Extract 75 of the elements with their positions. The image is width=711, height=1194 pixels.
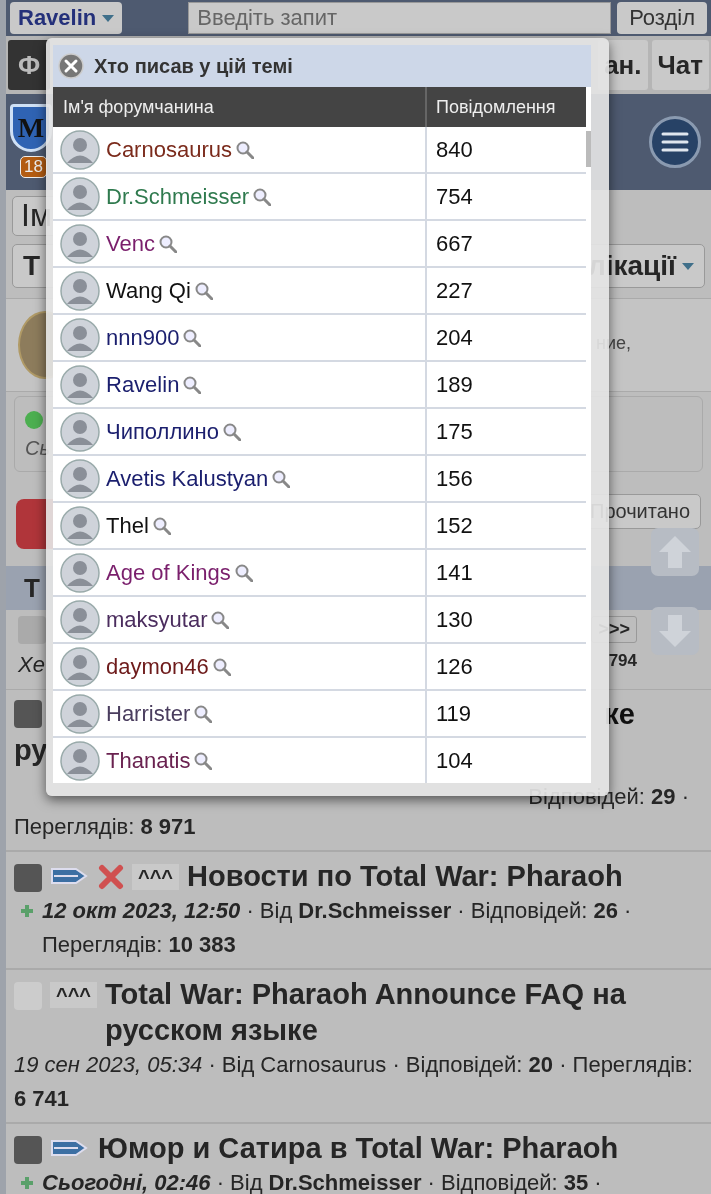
search-icon[interactable] <box>194 751 213 770</box>
search-icon[interactable] <box>222 422 241 441</box>
table-cell-text: 175 <box>435 417 474 446</box>
member-link[interactable]: maksyutar <box>106 606 208 633</box>
sticky-tag: ^^^ <box>50 982 98 1008</box>
plus-icon <box>20 1176 34 1190</box>
member-link[interactable]: Carnosaurus <box>106 136 232 163</box>
column-header: Ім'я форумчанина <box>53 87 427 127</box>
search-icon[interactable] <box>235 140 254 159</box>
search-icon[interactable] <box>234 563 253 582</box>
topic-title[interactable]: ру <box>14 734 48 766</box>
member-link[interactable]: Wang Qi <box>106 277 191 304</box>
menu-icon <box>661 132 689 152</box>
menu-button[interactable] <box>649 116 701 168</box>
search-icon[interactable] <box>194 281 213 300</box>
status-dot-icon <box>25 411 43 429</box>
member-link[interactable]: Venc <box>106 230 155 257</box>
member-link[interactable]: Thanatis <box>106 747 191 774</box>
table-cell-text: 130 <box>435 605 474 634</box>
topic-title[interactable]: Юмор и Сатира в Total War: Pharaoh <box>98 1130 619 1166</box>
table-cell-text: 227 <box>435 276 474 305</box>
member-link[interactable]: Avetis Kalustyan <box>106 465 269 492</box>
table-cell-text: 204 <box>435 323 474 352</box>
column-header: Повідомлення <box>435 95 557 119</box>
user-menu[interactable]: Ravelin <box>10 2 123 34</box>
topic-date: Хе <box>18 652 46 678</box>
search-icon[interactable] <box>158 234 177 253</box>
search-icon[interactable] <box>152 516 171 535</box>
topic-meta: 12 окт 2023, 12:50 · Від Dr.Schmeisser · Відповідей: 26 · Переглядів: 10 383 <box>42 897 633 959</box>
member-link[interactable]: Age of Kings <box>106 559 231 586</box>
member-link[interactable]: Dr.Schmeisser <box>106 183 250 210</box>
nav-tab[interactable]: Чат <box>651 40 709 90</box>
topic-views: Переглядів: 8 971 <box>14 814 196 839</box>
section-button[interactable]: Розділ <box>617 2 707 34</box>
status-text: Сь <box>25 437 51 460</box>
notification-badge: 18 <box>20 156 47 178</box>
table-cell-text: 840 <box>435 135 474 164</box>
table-cell-text: 104 <box>435 746 474 775</box>
member-link[interactable]: Чиполлино <box>106 418 219 445</box>
search-icon[interactable] <box>183 375 202 394</box>
member-link[interactable]: Thel <box>106 512 149 539</box>
table-cell-text: 126 <box>435 652 474 681</box>
member-link[interactable]: Harrister <box>106 700 191 727</box>
table-cell-text: 152 <box>435 511 474 540</box>
cross-icon <box>98 864 124 890</box>
column-label: Т <box>24 572 40 604</box>
dialog-title: Хто писав у цій темі <box>94 54 293 78</box>
scrollbar-thumb[interactable] <box>586 131 591 167</box>
member-link[interactable]: Ravelin <box>106 371 180 398</box>
caret-icon <box>102 14 115 22</box>
view-count: 794 <box>608 651 637 671</box>
sticky-tag: ^^^ <box>132 864 180 890</box>
table-cell-text: 189 <box>435 370 474 399</box>
table-cell-text: 141 <box>435 558 474 587</box>
search-icon[interactable] <box>253 187 272 206</box>
search-field[interactable]: Введіть запит <box>188 2 612 34</box>
search-icon[interactable] <box>194 704 213 723</box>
topic-title[interactable]: Total War: Pharaoh Announce FAQ на русском языке <box>105 976 703 1048</box>
table-cell-text: 119 <box>435 699 473 728</box>
plus-icon <box>20 904 34 918</box>
search-icon[interactable] <box>211 610 230 629</box>
topic-meta: Відповідей: 29 · <box>528 784 689 809</box>
member-link[interactable]: daymon46 <box>106 653 209 680</box>
close-button[interactable] <box>58 53 84 79</box>
table-cell-text: 754 <box>435 182 474 211</box>
topic-meta: Сьогодні, 02:46 · Від Dr.Schmeisser · Відповідей: 35 · <box>42 1169 602 1194</box>
search-icon[interactable] <box>272 469 291 488</box>
table-cell-text: 156 <box>435 464 474 493</box>
topic-title[interactable]: Новости по Total War: Pharaoh <box>187 858 623 894</box>
topic-meta: 19 сен 2023, 05:34 · Від Carnosaurus · Відповідей: 20 · Переглядів: 6 741 <box>14 1051 694 1113</box>
caret-icon <box>682 262 694 270</box>
search-icon[interactable] <box>212 657 231 676</box>
search-icon[interactable] <box>183 328 202 347</box>
table-cell-text: 667 <box>435 229 474 258</box>
member-link[interactable]: nnn900 <box>106 324 180 351</box>
